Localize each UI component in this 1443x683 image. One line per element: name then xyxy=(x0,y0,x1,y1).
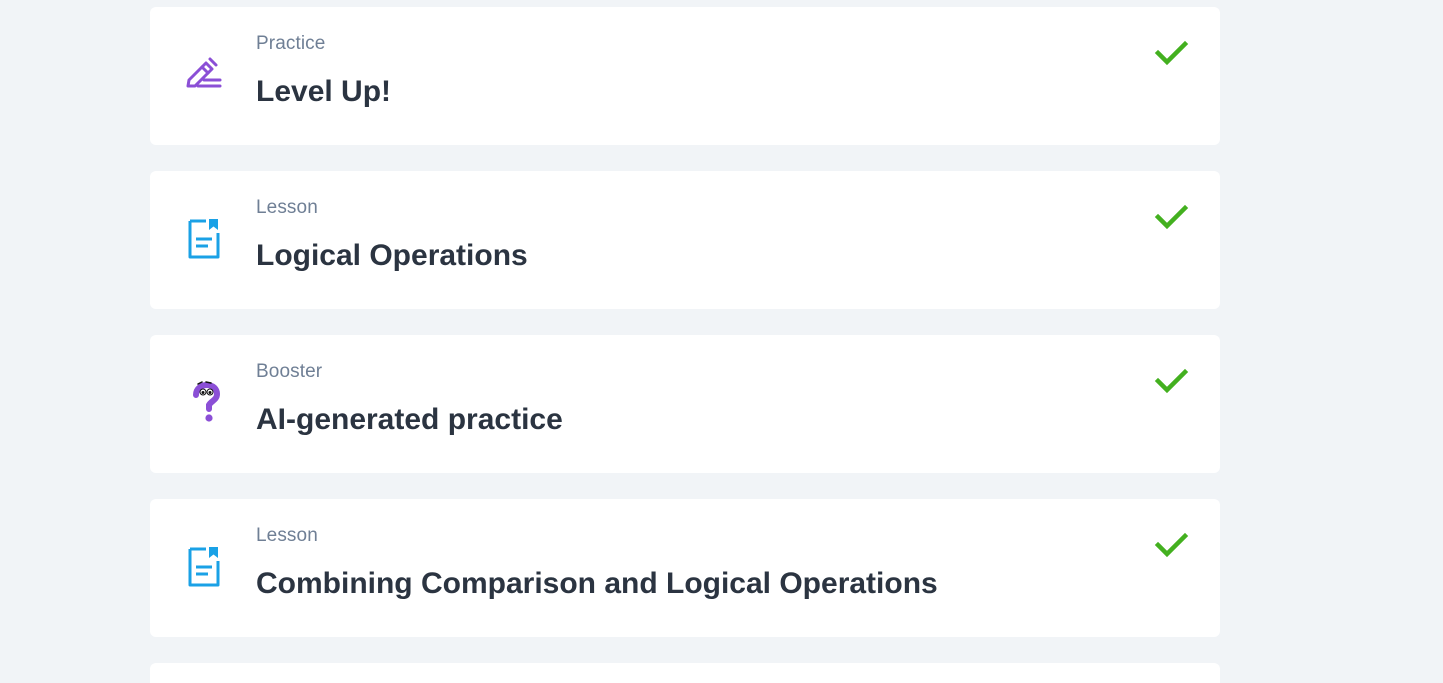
checkmark-icon xyxy=(1152,199,1192,235)
lesson-document-icon xyxy=(182,215,226,263)
list-item-next-partial[interactable] xyxy=(150,663,1220,683)
question-mark-character-icon xyxy=(182,379,226,427)
pencil-icon xyxy=(182,51,226,99)
list-item-practice-level-up[interactable]: Practice Level Up! xyxy=(150,7,1220,145)
item-type-label: Lesson xyxy=(256,525,318,546)
learning-path-list: Practice Level Up! Lesson Logical Operat… xyxy=(150,7,1220,683)
list-item-booster-ai-practice[interactable]: Booster AI-generated practice xyxy=(150,335,1220,473)
item-type-label: Lesson xyxy=(256,197,318,218)
checkmark-icon xyxy=(1152,363,1192,399)
list-item-lesson-combining-operations[interactable]: Lesson Combining Comparison and Logical … xyxy=(150,499,1220,637)
checkmark-icon xyxy=(1152,35,1192,71)
lesson-document-icon xyxy=(182,543,226,591)
item-title: AI-generated practice xyxy=(256,403,563,436)
checkmark-icon xyxy=(1152,527,1192,563)
item-title: Logical Operations xyxy=(256,239,528,272)
item-type-label: Booster xyxy=(256,361,323,382)
list-item-lesson-logical-operations[interactable]: Lesson Logical Operations xyxy=(150,171,1220,309)
item-title: Combining Comparison and Logical Operati… xyxy=(256,567,938,600)
item-type-label: Practice xyxy=(256,33,326,54)
item-title: Level Up! xyxy=(256,75,392,108)
